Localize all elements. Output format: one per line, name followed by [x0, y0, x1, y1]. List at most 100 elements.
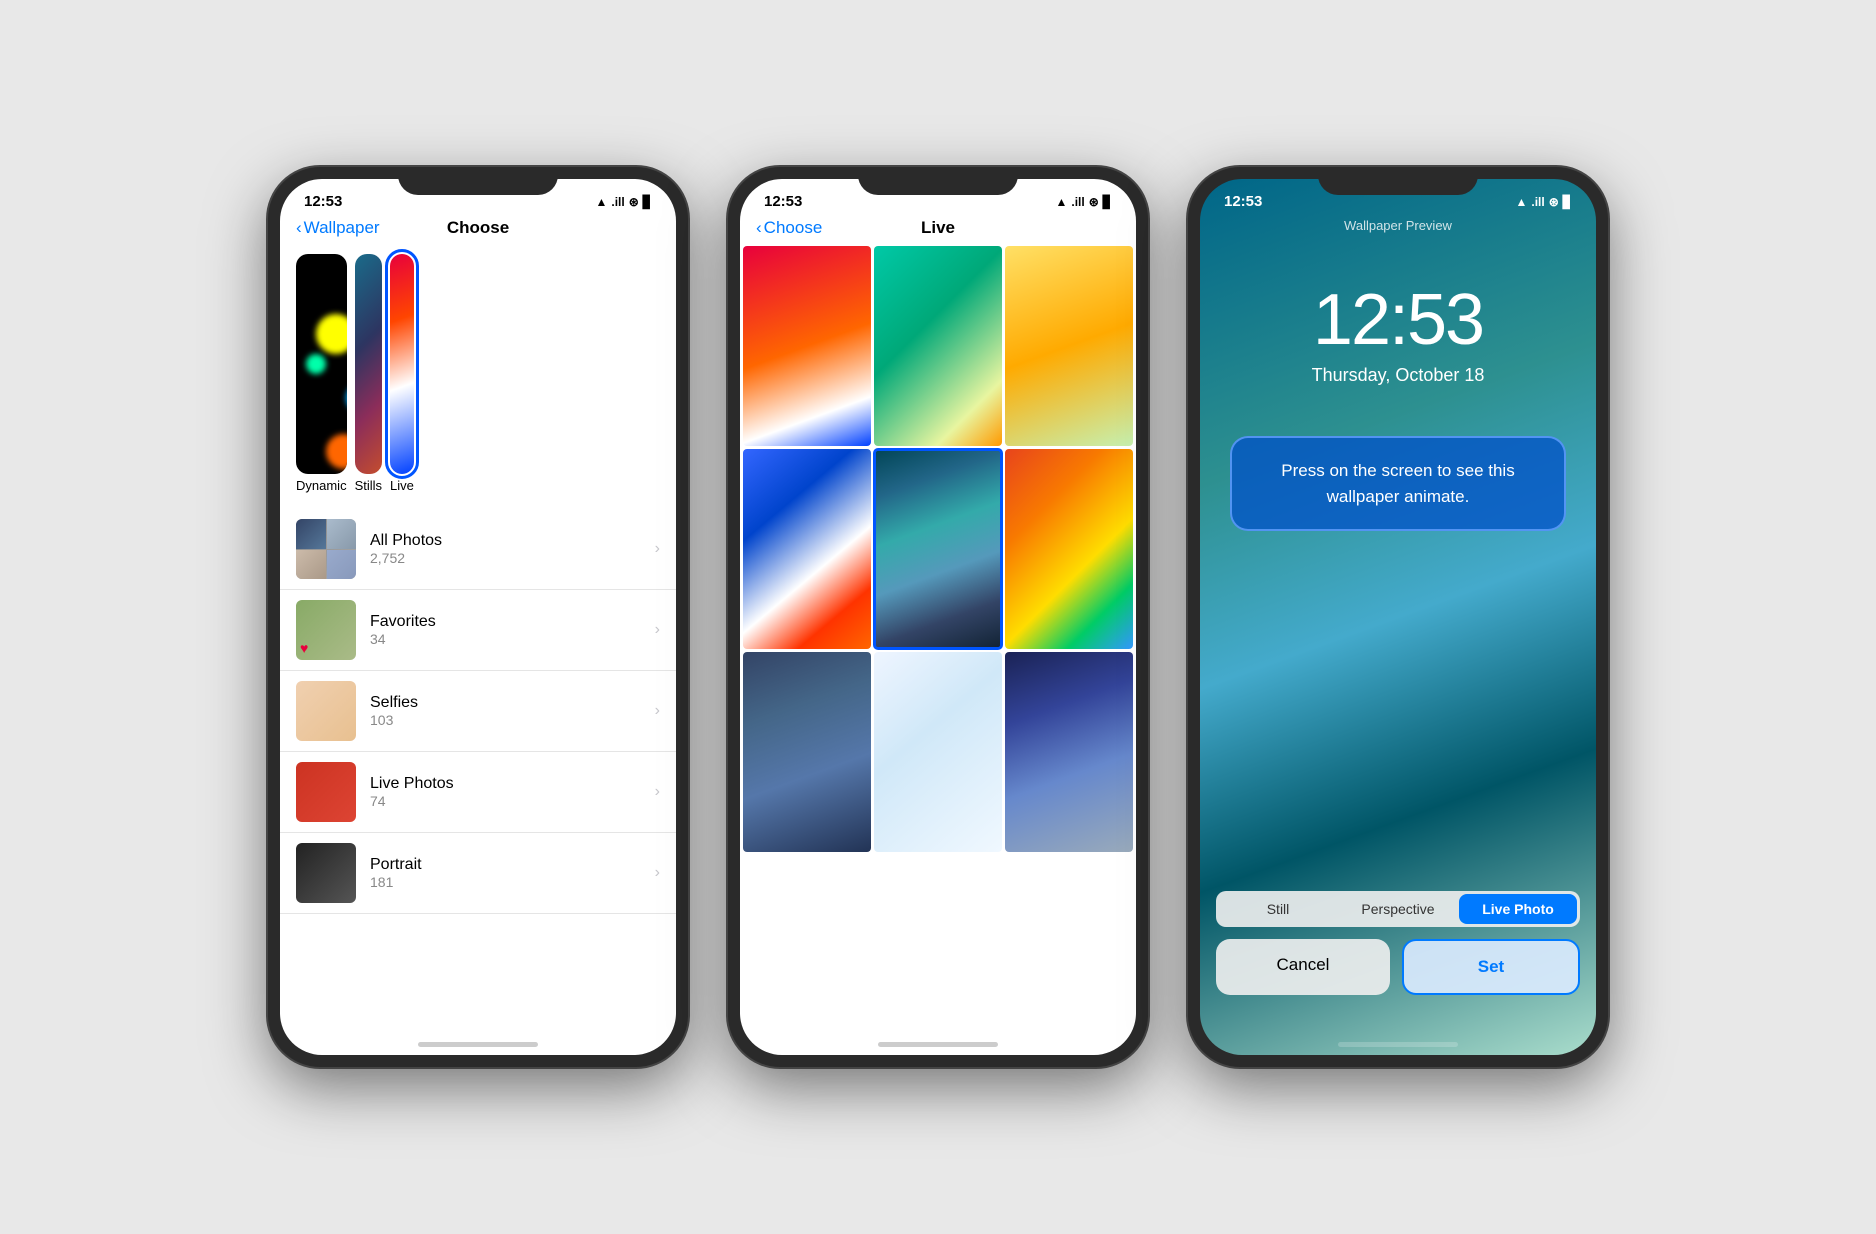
wifi-icon-2: ⊛: [1089, 195, 1099, 209]
iphone-2: 12:53 ▲ .ill ⊛ ▊ ‹ Choose Live: [728, 167, 1148, 1067]
favorites-thumb: ♥: [296, 600, 356, 660]
favorites-count: 34: [370, 631, 641, 647]
live-cell-8[interactable]: [874, 652, 1002, 852]
cancel-button[interactable]: Cancel: [1216, 939, 1390, 995]
all-photos-arrow: ›: [655, 540, 660, 558]
notch-1: [398, 167, 558, 195]
wallpaper-preview-label: Wallpaper Preview: [1200, 216, 1596, 239]
location-icon-2: ▲: [1055, 195, 1067, 209]
home-indicator-3: [1338, 1042, 1458, 1047]
home-indicator-2: [878, 1042, 998, 1047]
nav-title-2: Live: [921, 218, 955, 238]
animate-text: Press on the screen to see this wallpape…: [1281, 461, 1514, 506]
list-item-selfies[interactable]: Selfies 103 ›: [280, 671, 676, 752]
battery-icon-3: ▊: [1563, 195, 1572, 209]
live-photos-name: Live Photos: [370, 775, 641, 793]
all-photos-name: All Photos: [370, 532, 641, 550]
option-pills: Still Perspective Live Photo: [1216, 891, 1580, 927]
notch-3: [1318, 167, 1478, 195]
signal-icon-3: .ill: [1531, 195, 1544, 209]
home-indicator-1: [418, 1042, 538, 1047]
live-cell-4[interactable]: [743, 449, 871, 649]
back-label-1: Wallpaper: [304, 218, 380, 238]
selfies-arrow: ›: [655, 702, 660, 720]
option-still[interactable]: Still: [1219, 894, 1337, 924]
ap3: [296, 550, 326, 580]
all-photos-count: 2,752: [370, 550, 641, 566]
back-button-1[interactable]: ‹ Wallpaper: [296, 218, 380, 238]
selfies-name: Selfies: [370, 694, 641, 712]
option-live-photo[interactable]: Live Photo: [1459, 894, 1577, 924]
iphone-1: 12:53 ▲ .ill ⊛ ▊ ‹ Wallpaper Choose: [268, 167, 688, 1067]
phone2-nav: ‹ Choose Live: [740, 216, 1136, 246]
ap2: [327, 519, 357, 549]
live-photos-count: 74: [370, 793, 641, 809]
portrait-arrow: ›: [655, 864, 660, 882]
list-item-all-photos[interactable]: All Photos 2,752 ›: [280, 509, 676, 590]
animate-bubble: Press on the screen to see this wallpape…: [1230, 436, 1566, 531]
live-photos-info: Live Photos 74: [370, 775, 641, 809]
dynamic-label: Dynamic: [296, 474, 347, 501]
live-cell-9[interactable]: [1005, 652, 1133, 852]
status-icons-1: ▲ .ill ⊛ ▊: [595, 195, 652, 209]
live-cell-5-selected[interactable]: [874, 449, 1002, 649]
stills-thumb[interactable]: [355, 254, 382, 474]
set-button[interactable]: Set: [1402, 939, 1580, 995]
status-time-3: 12:53: [1224, 193, 1262, 210]
location-icon: ▲: [595, 195, 607, 209]
live-cell-2[interactable]: [874, 246, 1002, 446]
portrait-info: Portrait 181: [370, 856, 641, 890]
bokeh-8: [346, 384, 347, 412]
live-category[interactable]: Live: [390, 254, 414, 501]
list-item-portrait[interactable]: Portrait 181 ›: [280, 833, 676, 914]
portrait-count: 181: [370, 874, 641, 890]
live-thumb[interactable]: [390, 254, 414, 474]
status-icons-2: ▲ .ill ⊛ ▊: [1055, 195, 1112, 209]
live-wallpaper-grid: [740, 246, 1136, 852]
wifi-icon: ⊛: [629, 195, 639, 209]
battery-icon: ▊: [643, 195, 652, 209]
list-item-live-photos[interactable]: Live Photos 74 ›: [280, 752, 676, 833]
status-time-2: 12:53: [764, 193, 802, 210]
favorites-arrow: ›: [655, 621, 660, 639]
ap4: [327, 550, 357, 580]
signal-icon-2: .ill: [1071, 195, 1084, 209]
wifi-icon-3: ⊛: [1549, 195, 1559, 209]
live-cell-3[interactable]: [1005, 246, 1133, 446]
nav-title-1: Choose: [447, 218, 509, 238]
stills-category[interactable]: Stills: [355, 254, 382, 501]
selfies-info: Selfies 103: [370, 694, 641, 728]
status-icons-3: ▲ .ill ⊛ ▊: [1515, 195, 1572, 209]
back-label-2: Choose: [764, 218, 823, 238]
battery-icon-2: ▊: [1103, 195, 1112, 209]
portrait-name: Portrait: [370, 856, 641, 874]
bokeh-1: [316, 314, 347, 354]
iphone-3: 12:53 ▲ .ill ⊛ ▊ Wallpaper Preview 12:53…: [1188, 167, 1608, 1067]
lock-screen-time: 12:53: [1200, 239, 1596, 365]
list-item-favorites[interactable]: ♥ Favorites 34 ›: [280, 590, 676, 671]
notch-2: [858, 167, 1018, 195]
status-time-1: 12:53: [304, 193, 342, 210]
live-photos-thumb: [296, 762, 356, 822]
live-cell-6[interactable]: [1005, 449, 1133, 649]
back-button-2[interactable]: ‹ Choose: [756, 218, 822, 238]
option-perspective[interactable]: Perspective: [1339, 894, 1457, 924]
lock-screen-date: Thursday, October 18: [1200, 365, 1596, 416]
selfies-thumb: [296, 681, 356, 741]
location-icon-3: ▲: [1515, 195, 1527, 209]
photo-list: All Photos 2,752 › ♥ Favorites 34 ›: [280, 509, 676, 914]
dynamic-category[interactable]: Dynamic: [296, 254, 347, 501]
favorites-info: Favorites 34: [370, 613, 641, 647]
live-cell-1[interactable]: [743, 246, 871, 446]
dynamic-thumb[interactable]: [296, 254, 347, 474]
portrait-thumb: [296, 843, 356, 903]
stills-label: Stills: [355, 474, 382, 501]
signal-icon: .ill: [611, 195, 624, 209]
all-photos-thumb: [296, 519, 356, 579]
bokeh-4: [306, 354, 326, 374]
phone1-nav: ‹ Wallpaper Choose: [280, 216, 676, 246]
chevron-left-icon: ‹: [296, 218, 302, 238]
heart-icon: ♥: [300, 640, 308, 656]
live-cell-7[interactable]: [743, 652, 871, 852]
selfies-count: 103: [370, 712, 641, 728]
